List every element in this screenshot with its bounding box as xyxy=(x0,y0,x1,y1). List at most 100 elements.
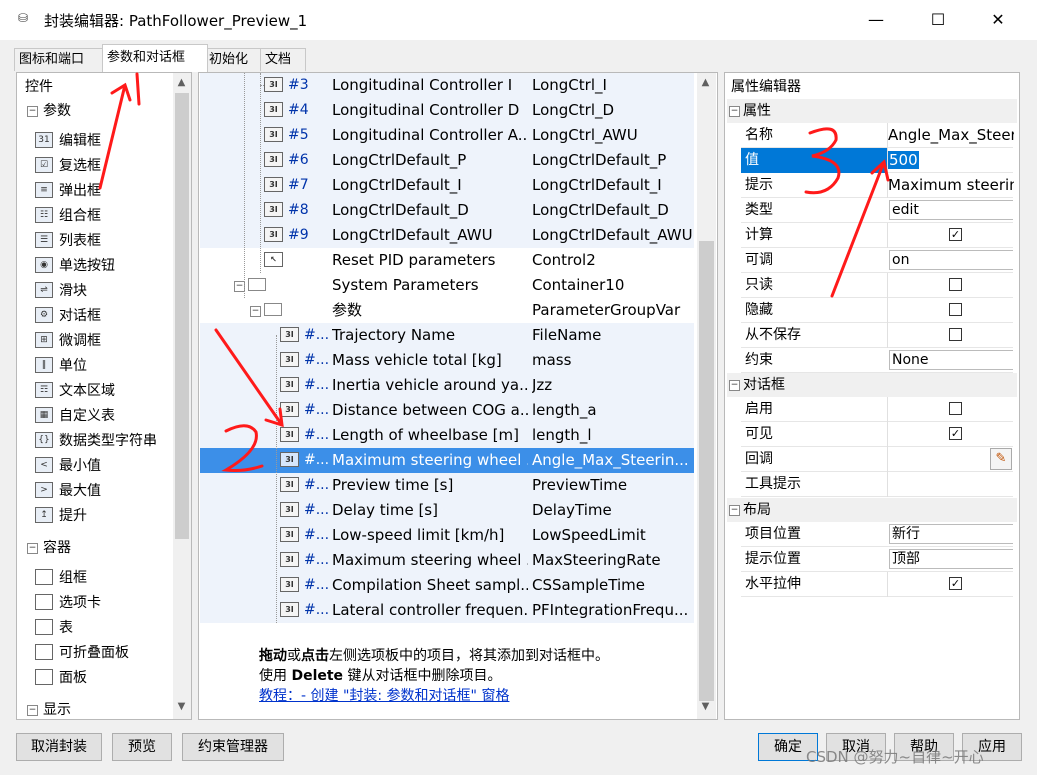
palette-scroll-thumb[interactable] xyxy=(175,93,189,539)
tree-row-prompt: Longitudinal Controller A... xyxy=(332,126,528,144)
palette-item[interactable]: 文本区域 xyxy=(59,380,115,400)
neversave-checkbox[interactable] xyxy=(949,328,962,341)
palette-item[interactable]: 单选按钮 xyxy=(59,255,115,275)
tree-row[interactable]: 3I #5 Longitudinal Controller A... LongCtrl… xyxy=(200,123,694,148)
palette-item[interactable]: 组合框 xyxy=(59,205,101,225)
group-parameters: 参数 xyxy=(43,103,71,119)
tree-row[interactable]: 3I #... Distance between COG a... length_a xyxy=(200,398,694,423)
visible-checkbox[interactable]: ✓ xyxy=(949,427,962,440)
palette-item[interactable]: 滑块 xyxy=(59,280,87,300)
palette-item[interactable]: 复选框 xyxy=(59,155,101,175)
collapse-parameters-icon[interactable]: − xyxy=(27,106,38,117)
type-select[interactable]: edit﹀ xyxy=(889,200,1013,220)
tree-row[interactable]: 3I #... Lateral controller frequen... PFInt… xyxy=(200,598,694,623)
tree-row[interactable]: 3I #8 LongCtrlDefault_D LongCtrlDefault_D xyxy=(200,198,694,223)
palette-item[interactable]: 提升 xyxy=(59,505,87,525)
palette-item[interactable]: 最小值 xyxy=(59,455,101,475)
tree-row[interactable]: 3I #... Trajectory Name FileName xyxy=(200,323,694,348)
minimize-button[interactable]: — xyxy=(856,4,896,36)
palette-container-item[interactable]: 表 xyxy=(59,617,73,637)
palette-item[interactable]: 对话框 xyxy=(59,305,101,325)
palette-item[interactable]: 自定义表 xyxy=(59,405,115,425)
tree-row[interactable]: 3I #3 Longitudinal Controller I LongCtrl_I xyxy=(200,73,694,98)
unmask-button[interactable]: 取消封装 xyxy=(16,733,102,761)
tunable-select[interactable]: on﹀ xyxy=(889,250,1013,270)
tree-row[interactable]: − 参数 ParameterGroupVar xyxy=(200,298,694,323)
collapse-containers-icon[interactable]: − xyxy=(27,543,38,554)
tree-row[interactable]: 3I #... Inertia vehicle around ya... Jzz xyxy=(200,373,694,398)
tab-documentation[interactable]: 文档 xyxy=(260,48,306,71)
section-attributes[interactable]: − 属性 xyxy=(727,99,1017,123)
evaluate-checkbox[interactable]: ✓ xyxy=(949,228,962,241)
tree-row-name: FileName xyxy=(532,326,602,344)
app-icon: ⛁ xyxy=(18,11,29,25)
tree-row[interactable]: ↖ Reset PID parameters Control2 xyxy=(200,248,694,273)
constraint-select[interactable]: None﹀ xyxy=(889,350,1013,370)
tree-row[interactable]: 3I #7 LongCtrlDefault_I LongCtrlDefault_I xyxy=(200,173,694,198)
tree-row[interactable]: 3I #... Delay time [s] DelayTime xyxy=(200,498,694,523)
tree-row[interactable]: 3I #... Low-speed limit [km/h] LowSpeedLimi… xyxy=(200,523,694,548)
section-dialog[interactable]: − 对话框 xyxy=(727,373,1017,397)
readonly-checkbox[interactable] xyxy=(949,278,962,291)
maximize-button[interactable]: ☐ xyxy=(918,4,958,36)
edit-parameter-icon: 3I xyxy=(280,502,299,517)
tutorial-link[interactable]: 教程：- 创建 "封装: 参数和对话框" 窗格 xyxy=(259,685,509,705)
tree-row-number: #... xyxy=(304,552,330,568)
prompt-location-select[interactable]: 顶部﹀ xyxy=(889,549,1013,569)
palette-item[interactable]: 最大值 xyxy=(59,480,101,500)
name-value[interactable]: Angle_Max_Steer... xyxy=(887,123,1014,148)
tree-row[interactable]: 3I #... Compilation Sheet sampl... CSSample… xyxy=(200,573,694,598)
tree-row[interactable]: 3I #... Length of wheelbase [m] length_l xyxy=(200,423,694,448)
palette-item[interactable]: 编辑框 xyxy=(59,130,101,150)
palette-item[interactable]: 弹出框 xyxy=(59,180,101,200)
palette-container-item[interactable]: 选项卡 xyxy=(59,592,101,612)
palette-item[interactable]: 列表框 xyxy=(59,230,101,250)
tree-scroll-thumb[interactable] xyxy=(699,241,714,701)
collapse-node-icon[interactable]: − xyxy=(250,306,261,317)
palette-item-icon: > xyxy=(35,482,53,498)
scroll-down-icon[interactable]: ▼ xyxy=(173,701,190,712)
close-button[interactable]: ✕ xyxy=(978,4,1018,36)
item-location-select[interactable]: 新行﹀ xyxy=(889,524,1013,544)
collapse-display-icon[interactable]: − xyxy=(27,705,38,716)
preview-button[interactable]: 预览 xyxy=(112,733,172,761)
palette-container-item[interactable]: 可折叠面板 xyxy=(59,642,129,662)
palette-container-icon xyxy=(35,644,53,660)
tree-row[interactable]: − System Parameters Container10 xyxy=(200,273,694,298)
palette-item[interactable]: 单位 xyxy=(59,355,87,375)
tree-row[interactable]: 3I #4 Longitudinal Controller D LongCtrl_D xyxy=(200,98,694,123)
tree-row[interactable]: 3I #... Preview time [s] PreviewTime xyxy=(200,473,694,498)
tree-row-name: LongCtrl_AWU xyxy=(532,126,638,144)
tree-scrollbar[interactable]: ▲ ▼ xyxy=(697,73,716,719)
tab-parameters-dialog[interactable]: 参数和对话框 xyxy=(102,44,208,72)
horizontal-stretch-checkbox[interactable]: ✓ xyxy=(949,577,962,590)
tree-row[interactable]: 3I #6 LongCtrlDefault_P LongCtrlDefault_P xyxy=(200,148,694,173)
hidden-checkbox[interactable] xyxy=(949,303,962,316)
enable-checkbox[interactable] xyxy=(949,402,962,415)
constraint-manager-button[interactable]: 约束管理器 xyxy=(182,733,284,761)
edit-pencil-icon[interactable]: ✎ xyxy=(990,448,1012,470)
tab-initialization[interactable]: 初始化 xyxy=(204,48,264,71)
scroll-up-icon[interactable]: ▲ xyxy=(173,77,190,88)
palette-scrollbar[interactable]: ▲ ▼ xyxy=(173,73,191,719)
tree-row-name: LongCtrl_D xyxy=(532,101,615,119)
tree-row-number: #... xyxy=(304,527,330,543)
prompt-value[interactable]: Maximum steerin... xyxy=(887,173,1014,198)
tree-scroll-up-icon[interactable]: ▲ xyxy=(697,77,714,88)
section-layout[interactable]: − 布局 xyxy=(727,498,1017,522)
tree-row[interactable]: 3I #... Mass vehicle total [kg] mass xyxy=(200,348,694,373)
tab-icon-ports[interactable]: 图标和端口 xyxy=(14,48,104,71)
tree-row[interactable]: 3I #... Maximum steering wheel ... MaxSteer… xyxy=(200,548,694,573)
tooltip-value[interactable] xyxy=(887,472,1014,497)
palette-item[interactable]: 数据类型字符串 xyxy=(59,430,157,450)
prop-tunable: 可调on﹀ xyxy=(741,248,1013,273)
edit-parameter-icon: 3I xyxy=(264,152,283,167)
tree-scroll-down-icon[interactable]: ▼ xyxy=(697,701,714,712)
tree-row[interactable]: 3I #9 LongCtrlDefault_AWU LongCtrlDefault_A… xyxy=(200,223,694,248)
palette-item[interactable]: 微调框 xyxy=(59,330,101,350)
palette-container-item[interactable]: 面板 xyxy=(59,667,87,687)
value-field[interactable]: 500 xyxy=(887,148,1014,173)
tree-row[interactable]: 3I #... Maximum steering wheel ... Angle_Ma… xyxy=(200,448,694,473)
palette-container-item[interactable]: 组框 xyxy=(59,567,87,587)
tree-row-prompt: Maximum steering wheel ... xyxy=(332,451,528,469)
